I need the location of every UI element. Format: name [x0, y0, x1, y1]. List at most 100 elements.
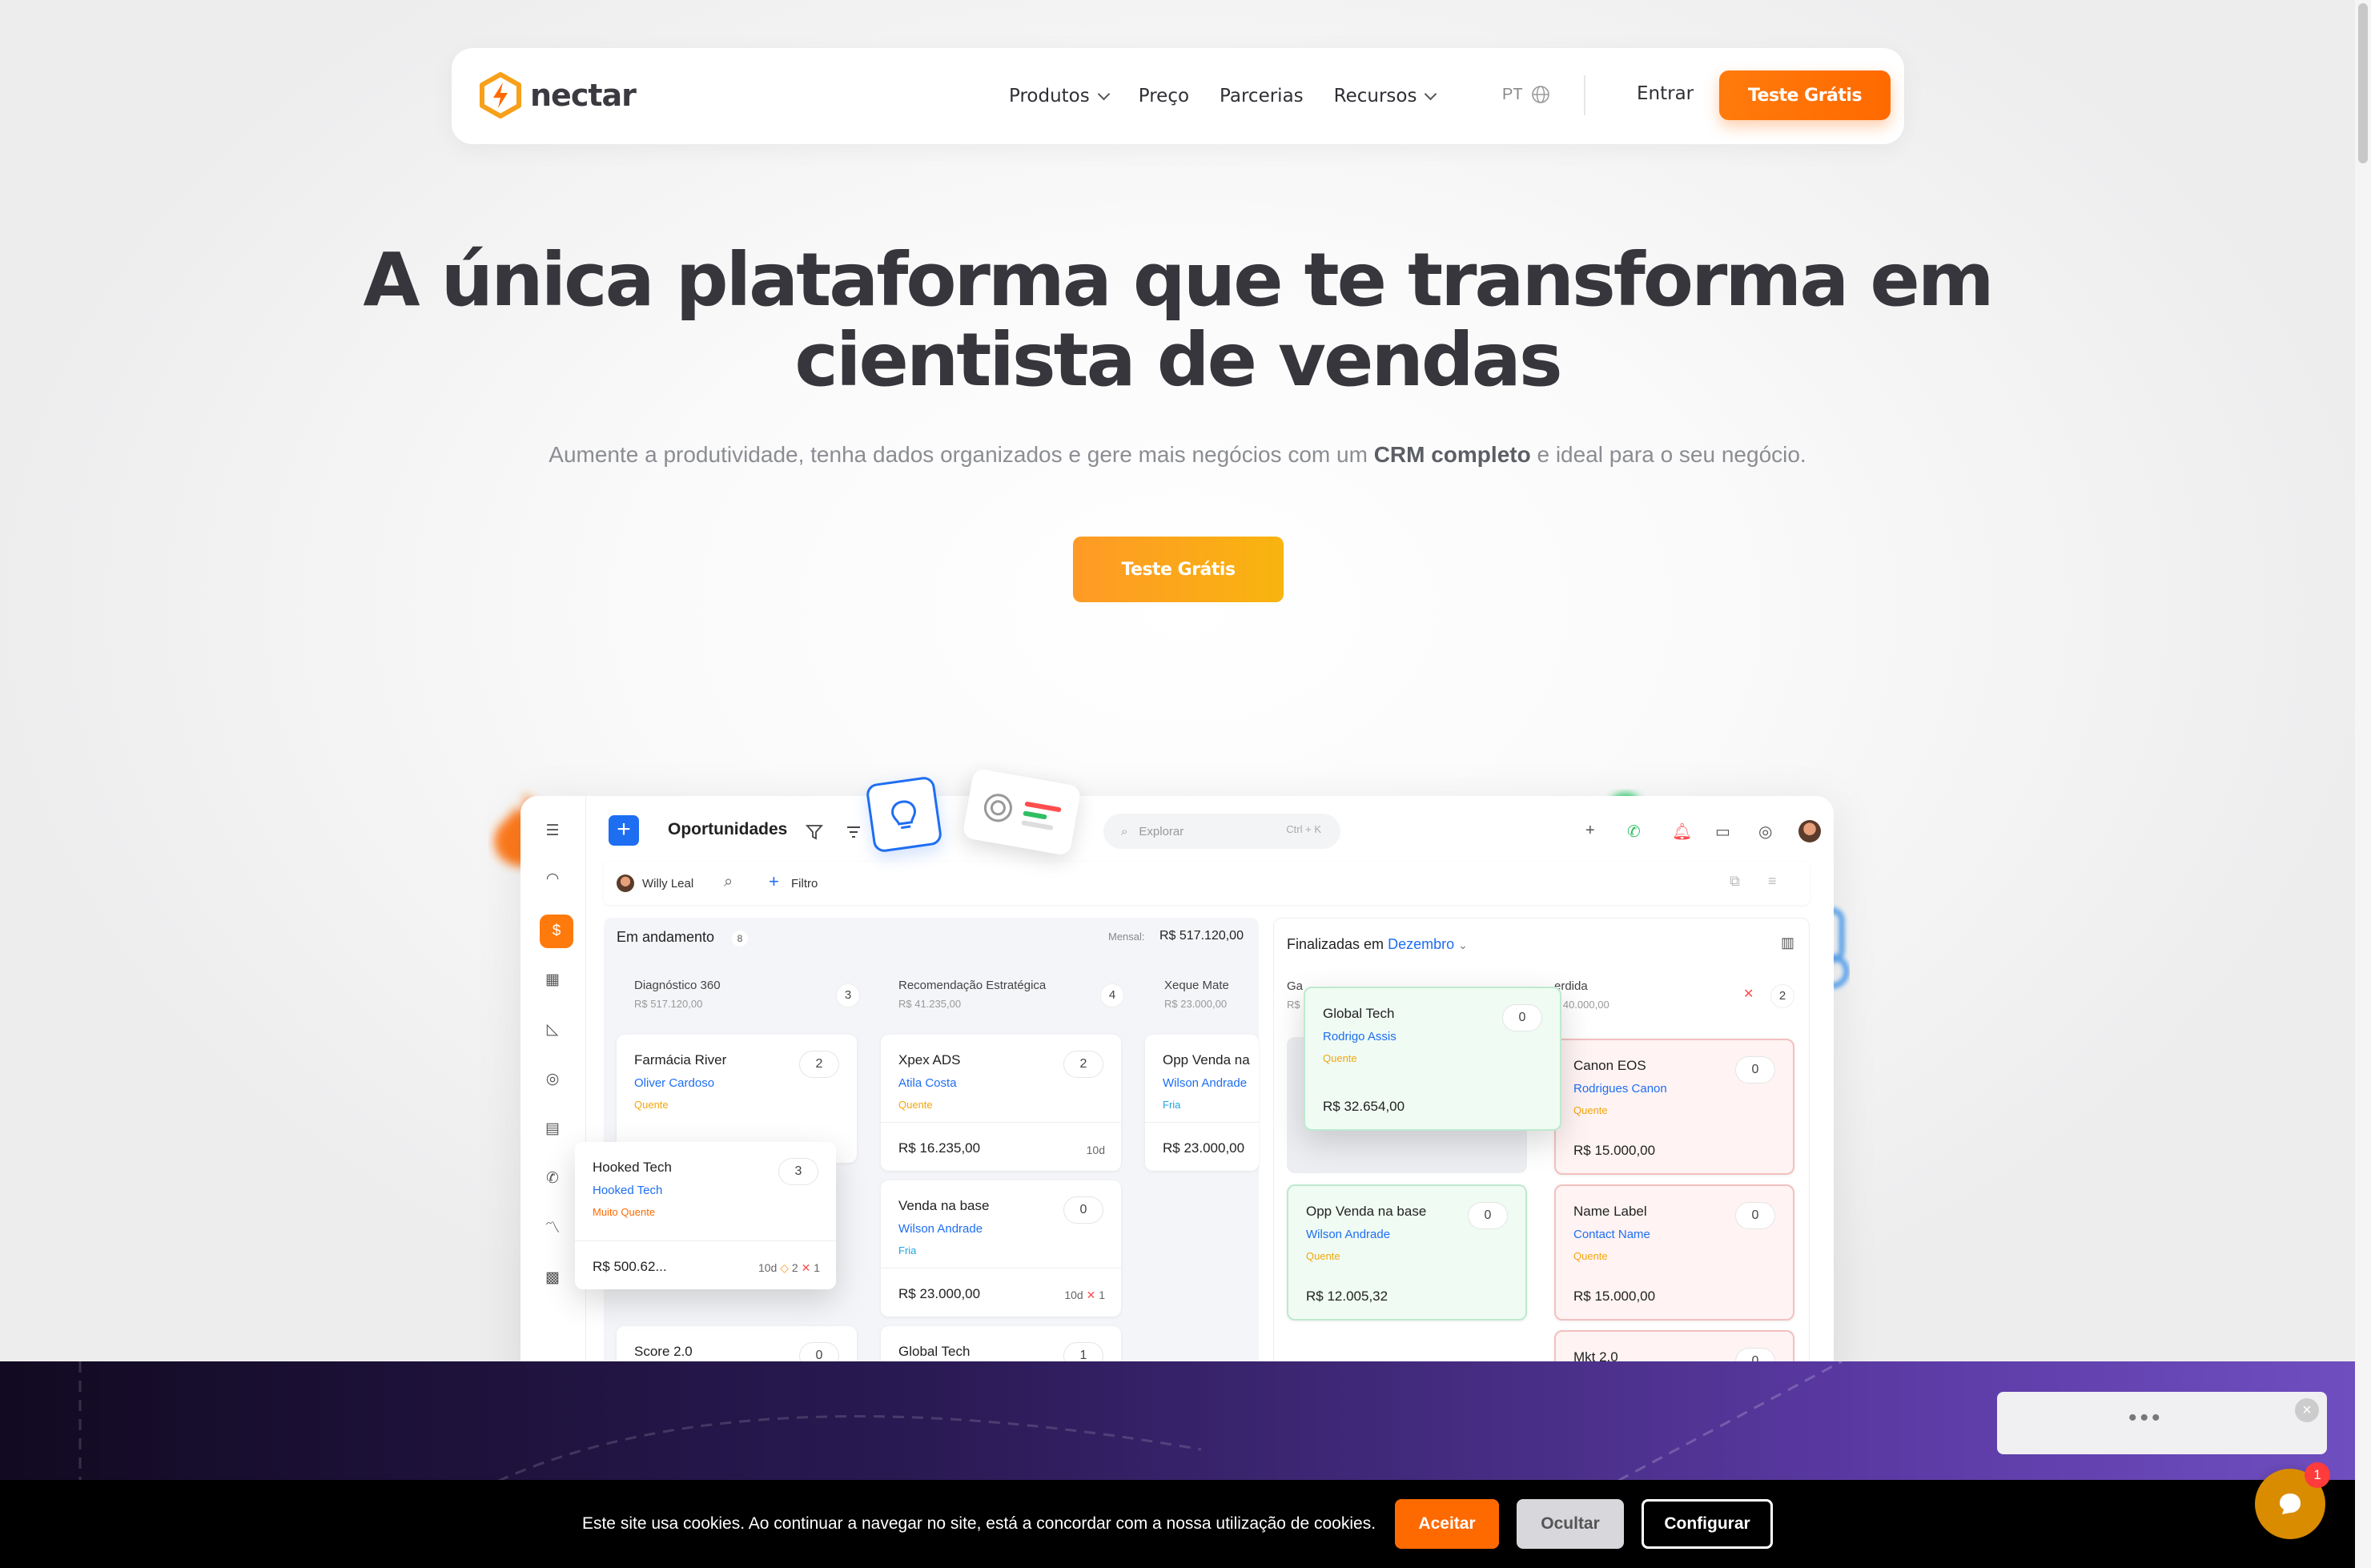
chart-icon[interactable]: ◺ — [543, 1020, 562, 1039]
nectar-logo[interactable]: nectar — [479, 72, 637, 119]
language-selector[interactable]: PT — [1502, 85, 1550, 104]
hero-cta-button[interactable]: Teste Grátis — [1073, 537, 1284, 602]
card-task-count[interactable]: 0 — [1735, 1056, 1775, 1084]
nav-item-parcerias[interactable]: Parcerias — [1220, 86, 1304, 107]
card-contact[interactable]: Rodrigo Assis — [1323, 1030, 1396, 1043]
card-task-count[interactable]: 2 — [1063, 1051, 1103, 1078]
thumb-down-icon: ✕ — [801, 1261, 811, 1274]
hide-cookies-button[interactable]: Ocultar — [1517, 1499, 1625, 1549]
card-task-count[interactable]: 0 — [1063, 1196, 1103, 1224]
nav-item-label: Parcerias — [1220, 86, 1304, 107]
column-header: Recomendação Estratégica — [898, 979, 1047, 992]
finished-title: Finalizadas em Dezembro ⌄ — [1287, 936, 1468, 953]
card-task-count[interactable]: 0 — [1735, 1202, 1775, 1229]
opportunity-card[interactable]: Canon EOS Rodrigues Canon Quente 0 R$ 15… — [1554, 1039, 1794, 1175]
opportunity-card[interactable]: Name Label Contact Name Quente 0 R$ 15.0… — [1554, 1184, 1794, 1321]
apps-icon[interactable]: ▩ — [543, 1268, 562, 1288]
card-temperature: Quente — [634, 1099, 669, 1111]
dragged-card-global-tech[interactable]: Global Tech Rodrigo Assis Quente 0 R$ 32… — [1304, 987, 1561, 1131]
finished-month[interactable]: Dezembro — [1388, 936, 1454, 952]
close-icon[interactable]: × — [2295, 1398, 2319, 1422]
opportunity-card[interactable]: Opp Venda na Wilson Andrade Fria R$ 23.0… — [1145, 1035, 1259, 1171]
top-navbar: nectar Produtos Preço Parcerias Recursos… — [452, 48, 1904, 144]
user-filter-name[interactable]: Willy Leal — [642, 877, 693, 891]
card-contact[interactable]: Oliver Cardoso — [634, 1076, 714, 1090]
add-opportunity-button[interactable]: + — [609, 815, 639, 846]
inbox-icon[interactable]: ▭ — [1715, 822, 1730, 842]
nav-item-recursos[interactable]: Recursos — [1334, 86, 1437, 107]
filter-label[interactable]: Filtro — [791, 877, 818, 891]
card-divider — [1145, 1122, 1259, 1123]
card-meta: 10d ◇ 2 ✕ 1 — [758, 1261, 820, 1275]
calendar-icon[interactable]: ▤ — [543, 1120, 562, 1139]
search-icon[interactable]: ⌕ — [724, 873, 733, 891]
scrollbar-thumb[interactable] — [2358, 3, 2368, 163]
settings-lines-icon[interactable]: ≡ — [1768, 873, 1777, 890]
column-count: 3 — [836, 983, 860, 1007]
task-check-icon[interactable]: ◎ — [1758, 822, 1772, 842]
card-contact[interactable]: Wilson Andrade — [1306, 1228, 1390, 1241]
accept-cookies-button[interactable]: Aceitar — [1395, 1499, 1500, 1549]
menu-icon[interactable]: ☰ — [543, 822, 562, 841]
chevron-down-icon[interactable]: ⌄ — [1458, 939, 1468, 951]
hero-title-line2: cientista de vendas — [794, 317, 1562, 403]
card-temperature: Quente — [1323, 1052, 1357, 1064]
add-filter-icon[interactable]: + — [769, 871, 779, 892]
card-temperature: Quente — [1573, 1250, 1608, 1262]
score-bar-grey — [1021, 820, 1054, 831]
phone-icon[interactable]: ✆ — [543, 1169, 562, 1188]
opportunities-icon[interactable]: $ — [540, 915, 573, 948]
dashboard-icon[interactable]: ◠ — [543, 870, 562, 889]
bell-icon[interactable]: 🔔︎ — [1672, 822, 1692, 842]
building-icon[interactable]: ▦ — [543, 971, 562, 990]
sort-icon[interactable] — [846, 825, 862, 839]
card-contact[interactable]: Contact Name — [1573, 1228, 1650, 1241]
cookie-consent-bar: Este site usa cookies. Ao continuar a na… — [0, 1480, 2355, 1568]
columns-toggle-icon[interactable]: ▥ — [1781, 935, 1794, 951]
card-task-count[interactable]: 0 — [1468, 1202, 1508, 1229]
card-contact[interactable]: Atila Costa — [898, 1076, 957, 1090]
user-avatar[interactable] — [1798, 820, 1821, 842]
card-title: Canon EOS — [1573, 1058, 1646, 1073]
card-temperature: Fria — [1163, 1099, 1181, 1111]
cookie-text: Este site usa cookies. Ao continuar a na… — [581, 1514, 1376, 1533]
hero-subtitle: Aumente a produtividade, tenha dados org… — [0, 442, 2355, 468]
card-contact[interactable]: Hooked Tech — [593, 1184, 662, 1197]
copy-icon[interactable]: ⧉ — [1730, 873, 1740, 890]
check-circle-icon[interactable]: ◎ — [543, 1070, 562, 1089]
free-trial-button[interactable]: Teste Grátis — [1719, 70, 1891, 120]
lost-column-value: $ 40.000,00 — [1554, 999, 1609, 1011]
card-task-count[interactable]: 3 — [778, 1158, 818, 1185]
score-bar-red — [1024, 801, 1062, 813]
card-task-count[interactable]: 2 — [799, 1051, 839, 1078]
opportunity-card[interactable]: Xpex ADS Atila Costa Quente 2 R$ 16.235,… — [881, 1035, 1121, 1171]
nav-item-produtos[interactable]: Produtos — [1009, 86, 1111, 107]
card-contact[interactable]: Wilson Andrade — [898, 1222, 983, 1236]
card-task-count[interactable]: 0 — [1502, 1004, 1542, 1031]
card-title: Opp Venda na — [1163, 1052, 1250, 1067]
lost-column-count: 2 — [1770, 984, 1794, 1008]
opportunity-card[interactable]: Opp Venda na base Wilson Andrade Quente … — [1287, 1184, 1527, 1321]
opportunity-card[interactable]: Venda na base Wilson Andrade Fria 0 R$ 2… — [881, 1180, 1121, 1317]
hero-subtitle-text: Aumente a produtividade, tenha dados org… — [549, 442, 1374, 467]
configure-cookies-button[interactable]: Configurar — [1642, 1499, 1774, 1549]
board-title: Em andamento — [617, 929, 715, 945]
card-contact[interactable]: Rodrigues Canon — [1573, 1082, 1667, 1096]
language-label: PT — [1502, 85, 1523, 103]
funnel-icon[interactable] — [806, 823, 823, 841]
hero-subtitle-text-end: e ideal para o seu negócio. — [1530, 442, 1806, 467]
explore-search[interactable]: ⌕ Explorar Ctrl + K — [1103, 814, 1340, 849]
card-contact[interactable]: Wilson Andrade — [1163, 1076, 1247, 1090]
dragged-card-hooked-tech[interactable]: Hooked Tech Hooked Tech Muito Quente 3 R… — [575, 1142, 836, 1289]
plus-icon[interactable]: + — [1585, 822, 1595, 840]
phone-icon[interactable]: ✆ — [1627, 822, 1641, 842]
card-temperature: Fria — [898, 1244, 917, 1256]
column-value: R$ 517.120,00 — [634, 998, 703, 1010]
login-link[interactable]: Entrar — [1637, 83, 1694, 104]
trend-icon[interactable]: 〽 — [543, 1219, 562, 1238]
card-title: Score 2.0 — [634, 1344, 693, 1359]
card-temperature: Quente — [1573, 1104, 1608, 1116]
nav-item-preco[interactable]: Preço — [1139, 86, 1189, 107]
page-scrollbar[interactable] — [2355, 0, 2371, 1568]
chat-preview[interactable]: ••• × — [1997, 1392, 2327, 1454]
